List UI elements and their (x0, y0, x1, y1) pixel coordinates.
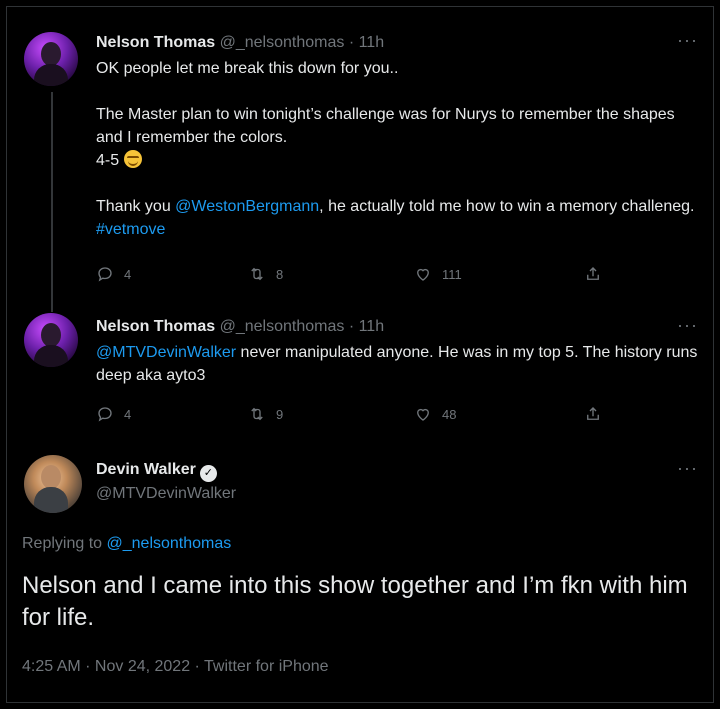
replying-to-label: Replying to (22, 535, 107, 552)
share-button[interactable] (584, 405, 602, 423)
tweet-time[interactable]: · 11h (349, 318, 384, 335)
author-handle[interactable]: @_nelsonthomas (220, 34, 345, 51)
tweet-line: 4-5 (96, 152, 120, 169)
mention-link[interactable]: @WestonBergmann (175, 198, 319, 215)
tweet-header: Nelson Thomas @_nelsonthomas · 11h (96, 318, 384, 336)
tweet-body: @MTVDevinWalker never manipulated anyone… (96, 341, 700, 387)
mention-link[interactable]: @MTVDevinWalker (96, 344, 236, 361)
tweet-actions: 4 9 48 (96, 405, 616, 427)
tweet-subheader: @MTVDevinWalker (96, 485, 236, 503)
share-icon (587, 267, 599, 280)
more-options-icon[interactable]: ··· (677, 458, 698, 479)
reply-count: 4 (124, 406, 132, 422)
author-name[interactable]: Devin Walker (96, 461, 196, 478)
retweet-count: 9 (276, 406, 284, 422)
author-name[interactable]: Nelson Thomas (96, 318, 215, 335)
replying-to-handle-link[interactable]: @_nelsonthomas (107, 535, 232, 552)
focused-tweet-text: Nelson and I came into this show togethe… (22, 572, 688, 631)
reply-button[interactable]: 4 (96, 265, 131, 283)
avatar-devin-walker[interactable] (24, 455, 82, 513)
retweet-count: 8 (276, 266, 284, 282)
author-handle[interactable]: @MTVDevinWalker (96, 485, 236, 502)
tweet-header: Devin Walker ✓ (96, 461, 217, 482)
reply-count: 4 (124, 266, 132, 282)
heart-icon (417, 408, 429, 421)
tweet-actions: 4 8 111 (96, 265, 616, 287)
tweet-text: Thank you (96, 198, 176, 215)
author-name[interactable]: Nelson Thomas (96, 34, 215, 51)
like-count: 111 (442, 266, 462, 282)
tweet-2[interactable]: Nelson Thomas @_nelsonthomas · 11h ··· @… (0, 305, 720, 445)
share-button[interactable] (584, 265, 602, 283)
tweet-line: The Master plan to win tonight’s challen… (96, 106, 675, 146)
tweet-header: Nelson Thomas @_nelsonthomas · 11h (96, 34, 384, 52)
tweet-timestamp-source[interactable]: 4:25 AM · Nov 24, 2022 · Twitter for iPh… (22, 658, 329, 676)
tweet-line: OK people let me break this down for you… (96, 60, 399, 77)
retweet-icon (251, 407, 263, 421)
more-options-icon[interactable]: ··· (677, 315, 698, 336)
heart-icon (417, 268, 429, 281)
avatar-nelson-thomas[interactable] (24, 313, 78, 367)
tweet-time[interactable]: · 11h (349, 34, 384, 51)
like-button[interactable]: 111 (414, 265, 462, 283)
tweet-body: OK people let me break this down for you… (96, 57, 700, 241)
retweet-button[interactable]: 8 (248, 265, 283, 283)
author-handle[interactable]: @_nelsonthomas (220, 318, 345, 335)
like-count: 48 (442, 406, 457, 422)
avatar-nelson-thomas[interactable] (24, 32, 78, 86)
reply-button[interactable]: 4 (96, 405, 131, 423)
tweet-1[interactable]: Nelson Thomas @_nelsonthomas · 11h ··· O… (0, 0, 720, 305)
like-button[interactable]: 48 (414, 405, 456, 423)
hashtag-link[interactable]: #vetmove (96, 221, 165, 238)
reply-icon (98, 407, 112, 422)
share-icon (587, 407, 599, 420)
replying-to-line: Replying to @_nelsonthomas (22, 535, 231, 553)
tweet-text: , he actually told me how to win a memor… (319, 198, 695, 215)
retweet-button[interactable]: 9 (248, 405, 283, 423)
reply-icon (98, 267, 112, 282)
verified-badge-icon: ✓ (199, 465, 217, 482)
relieved-face-emoji-icon (123, 150, 142, 168)
retweet-icon (251, 267, 263, 281)
more-options-icon[interactable]: ··· (677, 30, 698, 51)
